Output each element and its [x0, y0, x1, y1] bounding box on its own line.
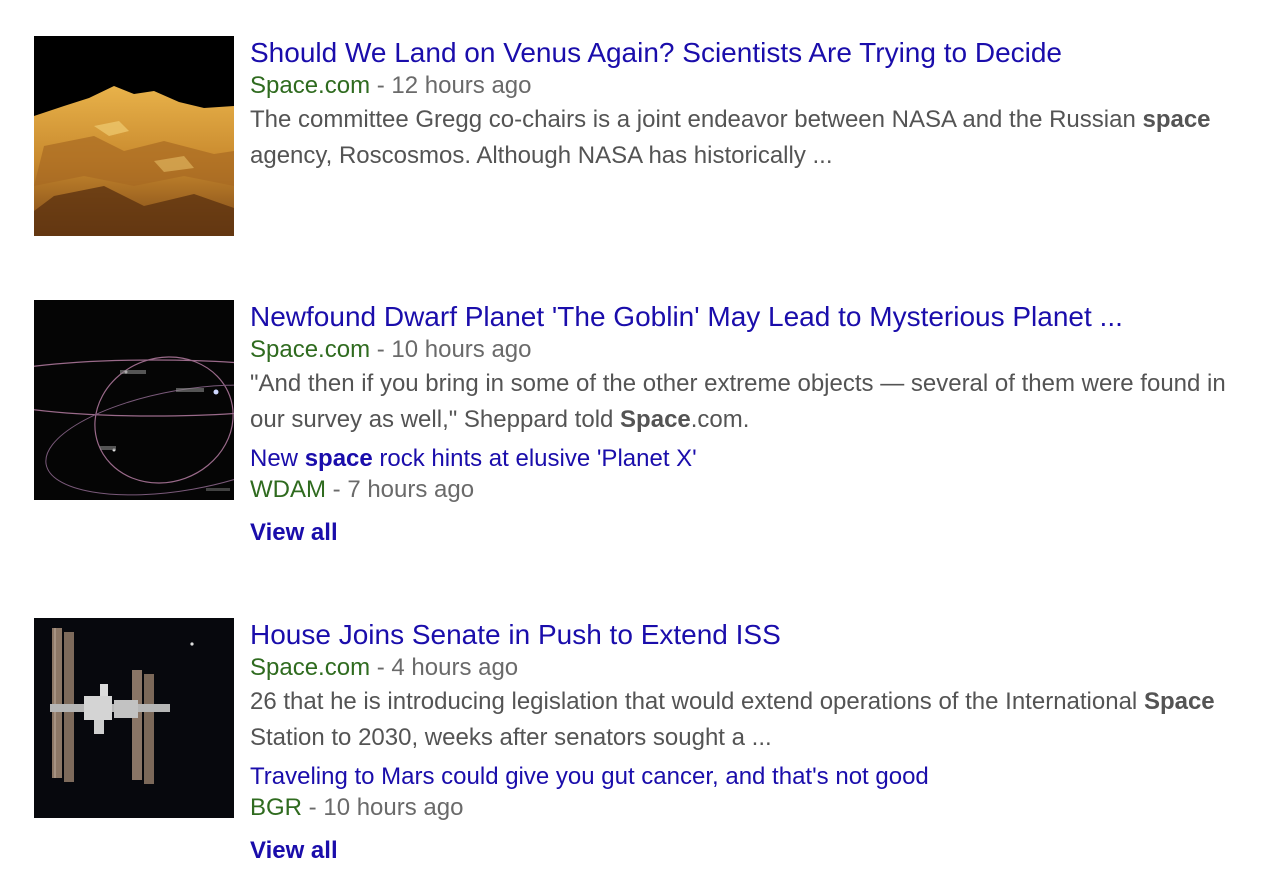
- meta-separator: -: [370, 336, 392, 363]
- view-all-link[interactable]: View all: [250, 518, 1250, 548]
- view-all-link[interactable]: View all: [250, 836, 1250, 866]
- venus-surface-icon: [34, 36, 234, 236]
- snippet-keyword: space: [1142, 106, 1211, 133]
- iss-icon: [34, 618, 234, 818]
- story-content: House Joins Senate in Push to Extend ISS…: [250, 618, 1250, 866]
- story-time: 12 hours ago: [391, 72, 532, 99]
- snippet-text: The committee Gregg co-chairs is a joint…: [250, 106, 1143, 133]
- related-story-link[interactable]: Traveling to Mars could give you gut can…: [250, 762, 1250, 792]
- related-link-text: rock hints at elusive 'Planet X': [372, 445, 697, 472]
- related-link-text: New: [250, 445, 305, 472]
- snippet-text: Station to 2030, weeks after senators so…: [250, 724, 772, 751]
- story-meta: Space.com - 4 hours ago: [250, 652, 1250, 684]
- story-content: Newfound Dwarf Planet 'The Goblin' May L…: [250, 300, 1250, 548]
- snippet-keyword: Space: [1143, 688, 1215, 715]
- story-source: Space.com: [250, 336, 371, 363]
- story-snippet: "And then if you bring in some of the ot…: [250, 366, 1240, 438]
- story-time: 10 hours ago: [391, 336, 532, 363]
- story-meta: Space.com - 12 hours ago: [250, 70, 1250, 102]
- meta-separator: -: [325, 476, 348, 503]
- story-time: 4 hours ago: [391, 654, 519, 681]
- meta-separator: -: [370, 72, 392, 99]
- meta-separator: -: [302, 794, 324, 821]
- related-time: 7 hours ago: [347, 476, 475, 503]
- story-thumbnail[interactable]: [34, 300, 234, 500]
- snippet-text: agency, Roscosmos. Although NASA has his…: [250, 142, 833, 169]
- story-title-link[interactable]: Should We Land on Venus Again? Scientist…: [250, 36, 1250, 70]
- related-story-meta: BGR - 10 hours ago: [250, 792, 1250, 824]
- related-source: WDAM: [250, 476, 326, 503]
- story-title-link[interactable]: House Joins Senate in Push to Extend ISS: [250, 618, 1250, 652]
- story-snippet: The committee Gregg co-chairs is a joint…: [250, 102, 1240, 174]
- snippet-text: .com.: [690, 406, 750, 433]
- story-content: Should We Land on Venus Again? Scientist…: [250, 36, 1250, 174]
- related-story-link[interactable]: New space rock hints at elusive 'Planet …: [250, 444, 1250, 474]
- story-source: Space.com: [250, 654, 371, 681]
- related-link-keyword: space: [304, 445, 373, 472]
- story-thumbnail[interactable]: [34, 618, 234, 818]
- story-source: Space.com: [250, 72, 371, 99]
- story-snippet: 26 that he is introducing legislation th…: [250, 684, 1240, 756]
- orbit-diagram-icon: [34, 300, 234, 500]
- snippet-text: 26 that he is introducing legislation th…: [250, 688, 1144, 715]
- related-link-text: Traveling to Mars could give you gut can…: [250, 763, 929, 790]
- related-story-meta: WDAM - 7 hours ago: [250, 474, 1250, 506]
- story-meta: Space.com - 10 hours ago: [250, 334, 1250, 366]
- meta-separator: -: [370, 654, 392, 681]
- related-time: 10 hours ago: [323, 794, 464, 821]
- story-thumbnail[interactable]: [34, 36, 234, 236]
- story-title-link[interactable]: Newfound Dwarf Planet 'The Goblin' May L…: [250, 300, 1250, 334]
- snippet-keyword: Space: [620, 406, 691, 433]
- related-source: BGR: [250, 794, 303, 821]
